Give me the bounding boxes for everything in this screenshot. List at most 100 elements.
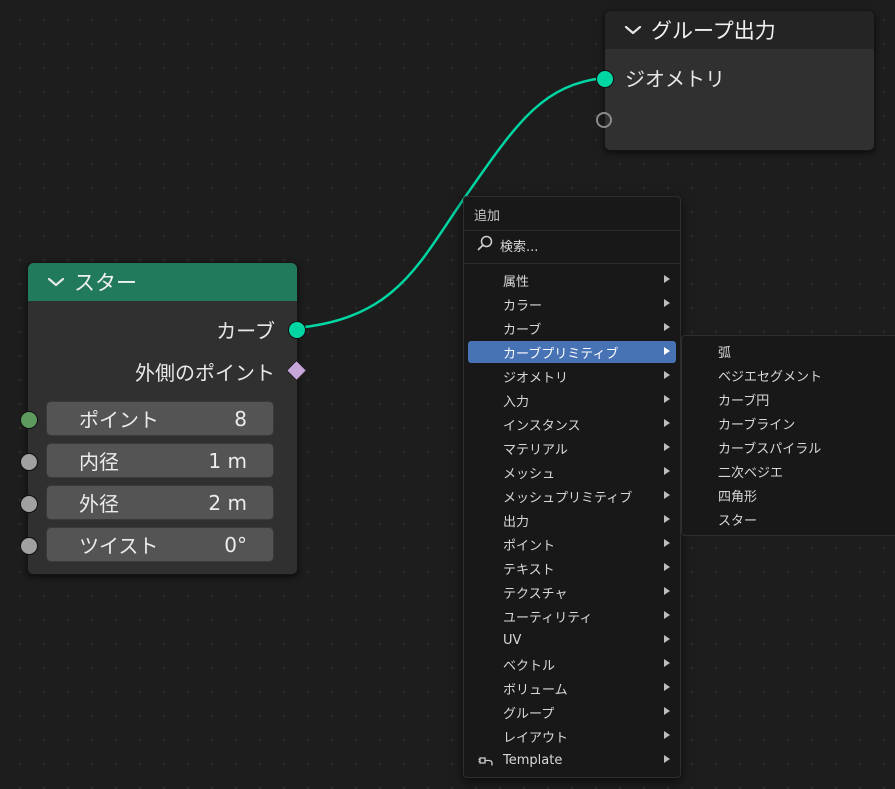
menu-item[interactable]: インスタンス [468,413,676,435]
submenu-arrow-icon [664,323,670,331]
menu-search[interactable]: 検索... [476,235,538,255]
submenu-item[interactable]: カーブスパイラル [718,436,821,458]
outer-radius-label: 外径 [79,492,119,516]
menu-item-label: カラー [503,298,543,314]
menu-item[interactable]: UV [468,629,676,651]
submenu-arrow-icon [664,683,670,691]
menu-item-label: 入力 [503,394,530,410]
submenu-arrow-icon [664,755,670,763]
submenu-arrow-icon [664,563,670,571]
menu-item-label: 属性 [503,274,530,290]
empty-input-socket[interactable] [596,112,612,128]
menu-divider [464,230,680,231]
menu-item-label: 出力 [503,514,530,530]
submenu-arrow-icon [664,491,670,499]
submenu-item[interactable]: カーブ円 [718,388,769,410]
submenu-arrow-icon [664,371,670,379]
menu-item-label: ボリューム [503,682,568,698]
points-socket[interactable] [20,411,38,429]
menu-item[interactable]: カーブプリミティブ [468,341,676,363]
submenu-arrow-icon [664,731,670,739]
outer-radius-value: 2 m [208,490,247,515]
menu-item[interactable]: メッシュプリミティブ [468,485,676,507]
menu-item[interactable]: 入力 [468,389,676,411]
menu-item-label: インスタンス [503,418,581,434]
submenu-arrow-icon [664,587,670,595]
group-output-node[interactable]: グループ出力 ジオメトリ [596,10,875,151]
submenu-arrow-icon [664,347,670,355]
menu-item-label: グループ [503,706,555,722]
star-node[interactable]: スター カーブ 外側のポイント ポイント 8 内径 1 m 外径 2 m ツイス… [20,262,308,575]
input-geometry-row: ジオメトリ [625,65,725,91]
menu-item-label: テキスト [503,562,555,578]
menu-item[interactable]: レイアウト [468,725,676,747]
points-label: ポイント [79,408,159,432]
output-curve-socket[interactable] [288,321,306,339]
points-field[interactable]: ポイント 8 [46,401,274,436]
twist-value: 0° [224,532,247,557]
submenu-item[interactable]: 弧 [718,340,731,362]
output-curve-label: カーブ [216,318,275,343]
menu-item-label: カーブ [503,322,542,338]
inner-radius-field[interactable]: 内径 1 m [46,443,274,478]
outer-radius-field[interactable]: 外径 2 m [46,485,274,520]
submenu-arrow-icon [664,539,670,547]
chevron-down-icon[interactable] [623,20,643,40]
inner-radius-socket[interactable] [20,453,38,471]
menu-divider [464,263,680,264]
output-outer-points-label: 外側のポイント [135,360,275,385]
input-geometry-socket[interactable] [596,70,614,88]
menu-item-label: カーブプリミティブ [503,346,619,362]
menu-item[interactable]: ボリューム [468,677,676,699]
menu-item-label: ポイント [503,538,556,554]
output-outer-points-socket[interactable] [285,359,308,382]
menu-item[interactable]: マテリアル [468,437,676,459]
menu-item[interactable]: テクスチャ [468,581,676,603]
menu-item-label: ユーティリティ [503,610,593,626]
submenu-item[interactable]: 四角形 [718,484,757,506]
menu-item[interactable]: グループ [468,701,676,723]
twist-socket[interactable] [20,537,38,555]
points-value: 8 [234,406,247,431]
menu-item[interactable]: 属性 [468,269,676,291]
add-menu[interactable]: 追加 検索... 属性 カラー カーブ カーブプリミティブ ジオメトリ 入力 インスタンスマ… [463,196,681,778]
search-icon [476,234,494,256]
menu-item-label: マテリアル [503,442,568,458]
submenu-arrow-icon [664,635,670,643]
twist-field[interactable]: ツイスト 0° [46,527,274,562]
menu-item[interactable]: Template [468,749,676,771]
menu-item[interactable]: 出力 [468,509,676,531]
menu-item[interactable]: ベクトル [468,653,676,675]
curve-primitive-submenu[interactable]: 弧ベジエセグメント カーブ円 カーブライン カーブスパイラル 二次ベジエ 四角形 スター [681,335,895,536]
menu-item-label: メッシュ [503,466,556,482]
menu-item[interactable]: テキスト [468,557,676,579]
submenu-item[interactable]: 二次ベジエ [718,460,783,482]
submenu-arrow-icon [664,515,670,523]
star-node-header[interactable]: スター [28,263,297,301]
submenu-arrow-icon [664,443,670,451]
group-output-header[interactable]: グループ出力 [605,11,874,49]
menu-item[interactable]: ジオメトリ [468,365,676,387]
submenu-item[interactable]: ベジエセグメント [718,364,822,386]
submenu-arrow-icon [664,707,670,715]
output-curve-row: カーブ [216,317,275,343]
submenu-item[interactable]: カーブライン [718,412,795,434]
outer-radius-socket[interactable] [20,495,38,513]
menu-item[interactable]: カラー [468,293,676,315]
menu-item[interactable]: カーブ [468,317,676,339]
submenu-arrow-icon [664,611,670,619]
chevron-down-icon[interactable] [46,272,66,292]
output-outer-points-row: 外側のポイント [135,359,275,385]
menu-item[interactable]: ユーティリティ [468,605,676,627]
menu-item-label: Template [503,752,563,768]
menu-item[interactable]: メッシュ [468,461,676,483]
submenu-arrow-icon [664,419,670,427]
submenu-arrow-icon [664,467,670,475]
menu-item[interactable]: ポイント [468,533,676,555]
search-label: 検索... [500,239,539,255]
inner-radius-value: 1 m [208,448,247,473]
submenu-item[interactable]: スター [718,508,757,530]
submenu-arrow-icon [664,659,670,667]
submenu-arrow-icon [664,395,670,403]
star-node-title: スター [74,271,137,295]
